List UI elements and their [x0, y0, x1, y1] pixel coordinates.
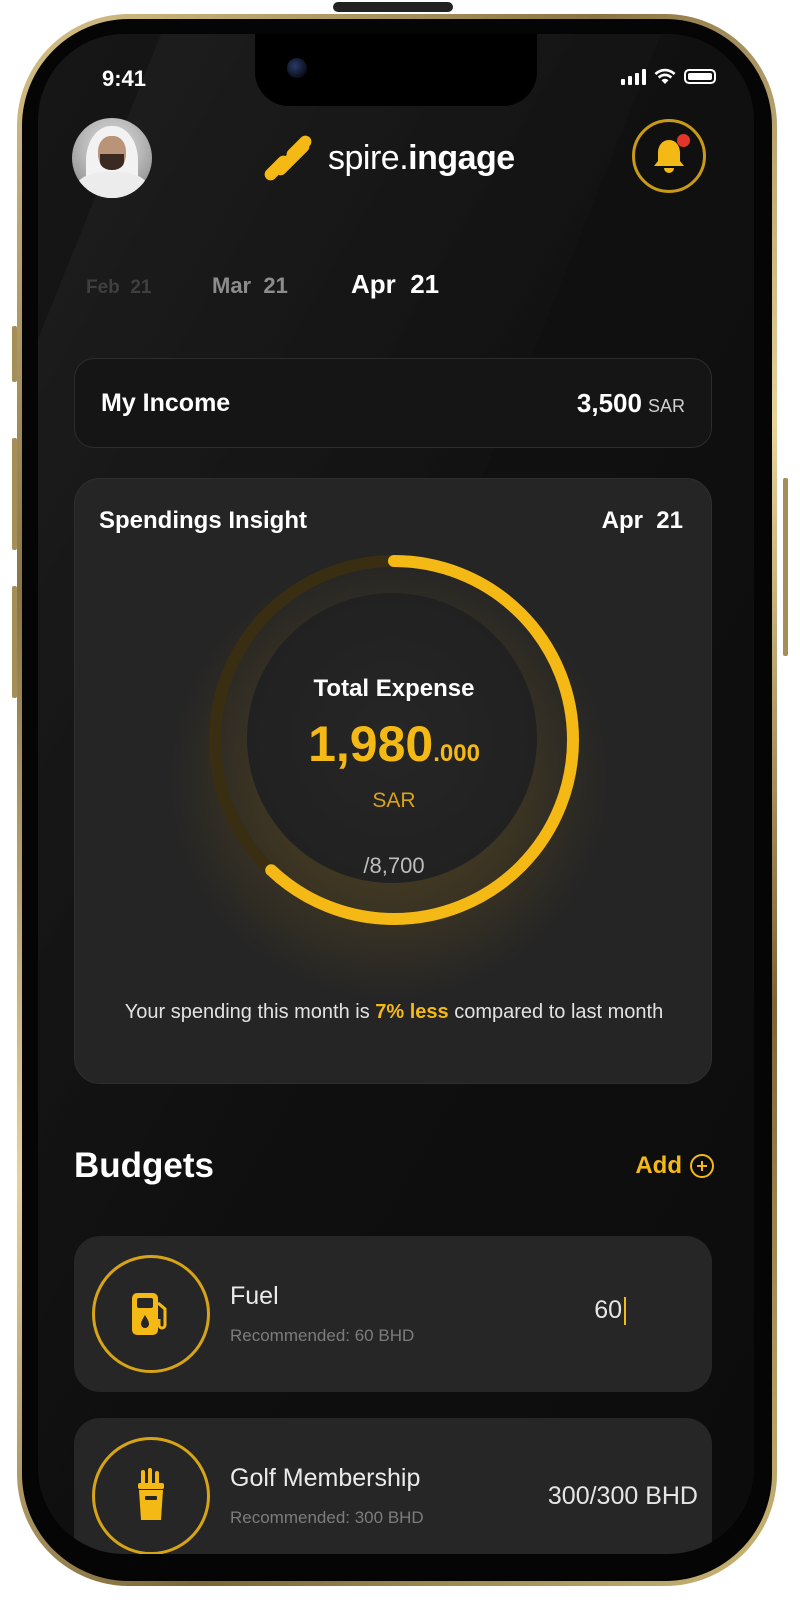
add-budget-button[interactable]: Add — [635, 1152, 714, 1180]
budget-name: Fuel — [230, 1282, 279, 1310]
logo-mark-icon — [262, 132, 316, 184]
insight-title: Spendings Insight — [99, 507, 307, 534]
budget-recommendation: Recommended: 60 BHD — [230, 1326, 415, 1345]
avatar[interactable] — [72, 118, 152, 198]
total-expense-currency: SAR — [372, 789, 416, 812]
insight-month: Apr 21 — [601, 507, 683, 534]
signal-icon — [621, 68, 646, 85]
month-tab-apr[interactable]: Apr 21 — [351, 269, 439, 300]
month-tab-mar[interactable]: Mar 21 — [212, 273, 288, 299]
volume-up-button — [12, 438, 17, 550]
budget-recommendation: Recommended: 300 BHD — [230, 1508, 424, 1527]
budget-icon-badge — [92, 1255, 210, 1373]
notch — [255, 34, 537, 106]
fuel-pump-icon — [132, 1293, 167, 1335]
budget-item-fuel[interactable]: Fuel Recommended: 60 BHD 60 — [74, 1236, 712, 1392]
income-label: My Income — [101, 388, 231, 417]
golf-bag-icon — [138, 1468, 164, 1520]
top-speaker — [333, 2, 453, 12]
budget-amount[interactable]: 300/300 BHD — [548, 1482, 698, 1511]
expense-limit: /8,700 — [363, 853, 425, 878]
total-expense-label: Total Expense — [313, 675, 475, 702]
status-icons — [621, 68, 716, 85]
month-tab-feb[interactable]: Feb 21 — [86, 277, 151, 299]
notification-dot — [677, 134, 690, 147]
text-cursor — [624, 1297, 626, 1326]
budget-item-golf-membership[interactable]: Golf Membership Recommended: 300 BHD 300… — [74, 1418, 712, 1554]
add-budget-label: Add — [635, 1152, 682, 1179]
status-time: 9:41 — [102, 66, 147, 91]
volume-down-button — [12, 586, 17, 698]
mute-switch — [12, 326, 17, 382]
power-button — [783, 478, 788, 656]
total-expense-value: 1,980.000 — [308, 716, 480, 772]
spendings-insight-card: Spendings Insight Apr 21 Total Expense 1… — [74, 478, 712, 1084]
income-amount: 3,500 SAR — [576, 387, 685, 418]
income-card[interactable]: My Income 3,500 SAR — [74, 358, 712, 448]
budget-amount-input[interactable]: 60 — [594, 1296, 626, 1326]
app-screen: 9:41 spire.ingage Feb 21 Mar 21 Apr 21 M… — [38, 34, 754, 1554]
plus-circle-icon — [690, 1154, 714, 1178]
wifi-icon — [654, 68, 676, 84]
budget-name: Golf Membership — [230, 1464, 421, 1492]
logo-text: spire.ingage — [328, 138, 515, 177]
notifications-button[interactable] — [632, 119, 706, 193]
spending-comparison-note: Your spending this month is 7% less comp… — [124, 1001, 664, 1023]
budgets-heading: Budgets — [74, 1146, 214, 1185]
battery-icon — [684, 69, 716, 84]
app-logo: spire.ingage — [262, 132, 515, 184]
budget-icon-badge — [92, 1437, 210, 1554]
front-camera — [287, 58, 307, 78]
